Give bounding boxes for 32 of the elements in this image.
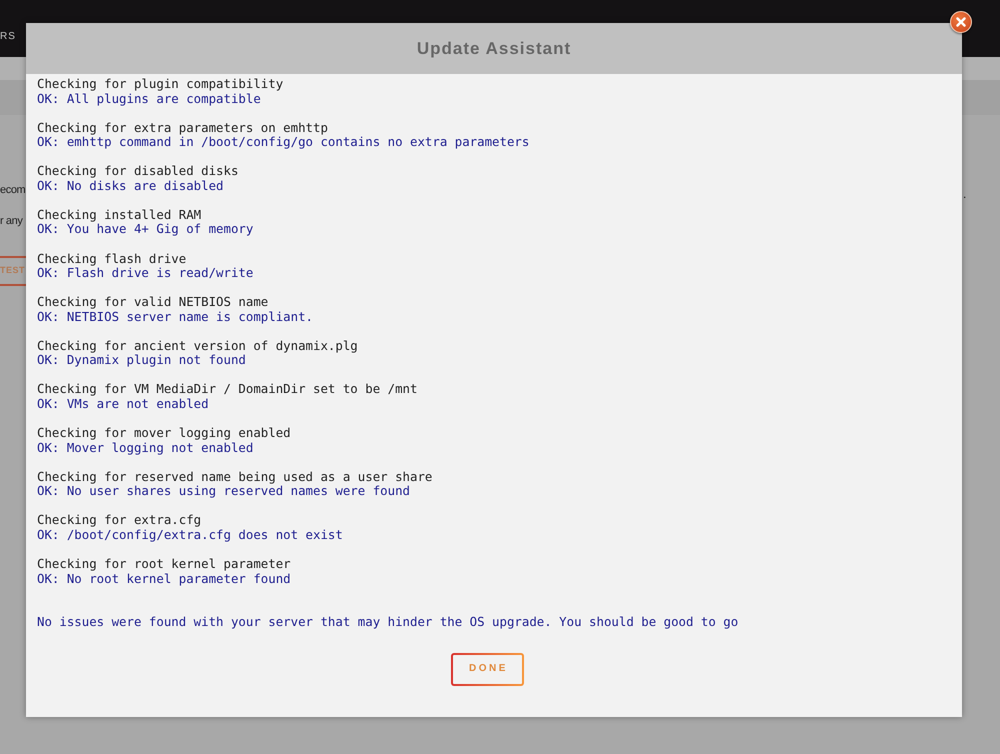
check-label: Checking for disabled disks	[37, 164, 238, 179]
check-label: Checking for ancient version of dynamix.plg	[37, 338, 358, 354]
check-label: Checking for extra.cfg	[37, 513, 202, 528]
check-label: Checking for VM MediaDir / DomainDir set to be /mnt	[37, 382, 418, 398]
page-text: r any	[0, 214, 22, 229]
check-label: Checking for plugin compatibility	[37, 77, 284, 92]
dialog-title: Update Assistant	[416, 38, 572, 60]
check-label: Checking installed RAM	[37, 208, 202, 222]
check-result: OK: No root kernel parameter found	[37, 572, 291, 586]
check-label: Checking for valid NETBIOS name	[37, 295, 268, 310]
check-result: OK: Dynamix plugin not found	[37, 353, 246, 368]
check-label: Checking for extra parameters on emhttp	[37, 120, 328, 136]
check-label: Checking for reserved name being used as a user share	[37, 470, 432, 484]
summary-text: No issues were found with your server that may hinder the OS upgrade. You should be good to go	[37, 615, 738, 630]
close-icon	[956, 17, 966, 27]
check-result: OK: emhttp command in /boot/config/go contains no extra parameters	[37, 135, 530, 150]
check-result: OK: You have 4+ Gig of memory	[37, 222, 254, 238]
check-result: OK: VMs are not enabled	[37, 397, 209, 412]
page-text: .	[963, 187, 966, 201]
check-result: OK: Mover logging not enabled	[37, 440, 254, 456]
check-result: OK: No disks are disabled	[37, 178, 224, 194]
check-label: Checking flash drive	[37, 252, 186, 266]
check-result: OK: /boot/config/extra.cfg does not exist	[37, 528, 343, 542]
check-label: Checking for mover logging enabled	[37, 426, 291, 441]
check-result: OK: Flash drive is read/write	[37, 266, 254, 281]
check-label: Checking for root kernel parameter	[37, 557, 291, 572]
page-text: ecom	[0, 183, 26, 198]
check-result: OK: All plugins are compatible	[37, 92, 261, 106]
check-result: OK: No user shares using reserved names were found	[37, 484, 410, 499]
check-result: OK: NETBIOS server name is compliant.	[37, 310, 314, 324]
nav-link[interactable]: RS	[0, 29, 16, 45]
done-button[interactable]: DONE	[451, 652, 524, 686]
